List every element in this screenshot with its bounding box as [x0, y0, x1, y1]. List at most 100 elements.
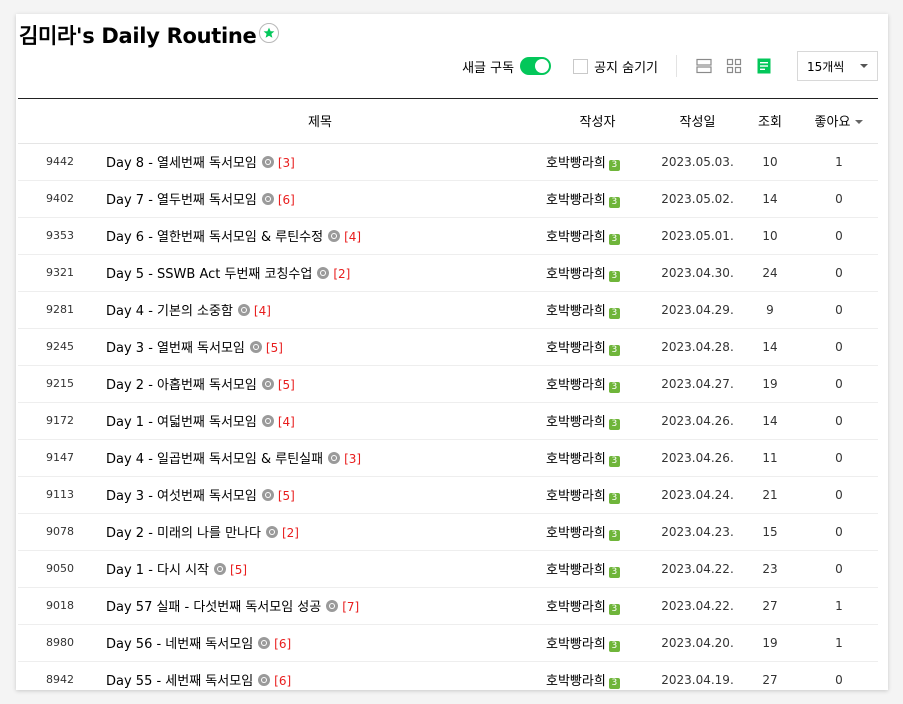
comment-count[interactable]: [2] [282, 526, 299, 540]
author-cell: 호박빵라희 3 [540, 328, 655, 366]
author-name[interactable]: 호박빵라희 [546, 563, 606, 578]
toggle-knob [535, 59, 550, 73]
post-title-link[interactable]: Day 3 - 여섯번째 독서모임 [106, 489, 257, 504]
comment-count[interactable]: [3] [344, 452, 361, 466]
post-title-link[interactable]: Day 8 - 열세번째 독서모임 [106, 156, 257, 171]
post-title-link[interactable]: Day 3 - 열번째 독서모임 [106, 341, 245, 356]
like-count: 0 [800, 550, 878, 588]
post-title-cell: Day 55 - 세번째 독서모임 [6] [100, 661, 540, 690]
table-row: 9281 Day 4 - 기본의 소중함 [4] 호박빵라희 3 2023.04.29. 9… [18, 291, 878, 329]
author-cell: 호박빵라희 3 [540, 143, 655, 181]
view-count: 10 [740, 217, 800, 255]
post-date: 2023.04.27. [655, 365, 740, 403]
camera-icon [237, 304, 250, 316]
post-date: 2023.05.02. [655, 180, 740, 218]
like-count: 0 [800, 513, 878, 551]
post-title-link[interactable]: Day 2 - 아홉번째 독서모임 [106, 378, 257, 393]
card-view-icon[interactable] [695, 57, 713, 75]
comment-count[interactable]: [5] [278, 489, 295, 503]
divider [676, 55, 677, 77]
author-name[interactable]: 호박빵라희 [546, 230, 606, 245]
author-name[interactable]: 호박빵라희 [546, 637, 606, 652]
author-cell: 호박빵라희 3 [540, 402, 655, 440]
author-name[interactable]: 호박빵라희 [546, 600, 606, 615]
comment-count[interactable]: [3] [278, 156, 295, 170]
comment-count[interactable]: [7] [342, 600, 359, 614]
author-cell: 호박빵라희 3 [540, 550, 655, 588]
author-cell: 호박빵라희 3 [540, 365, 655, 403]
comment-count[interactable]: [5] [266, 341, 283, 355]
author-cell: 호박빵라희 3 [540, 624, 655, 662]
post-date: 2023.04.22. [655, 550, 740, 588]
comment-count[interactable]: [6] [274, 674, 291, 688]
col-date: 작성일 [655, 99, 740, 144]
comment-count[interactable]: [6] [278, 193, 295, 207]
post-title-link[interactable]: Day 1 - 여덟번째 독서모임 [106, 415, 257, 430]
post-title-cell: Day 4 - 일곱번째 독서모임 & 루틴실패 [3] [100, 439, 540, 477]
author-name[interactable]: 호박빵라희 [546, 304, 606, 319]
comment-count[interactable]: [4] [254, 304, 271, 318]
table-row: 9245 Day 3 - 열번째 독서모임 [5] 호박빵라희 3 2023.04.28.… [18, 328, 878, 366]
post-number: 9281 [18, 291, 100, 329]
camera-icon [326, 600, 339, 612]
post-title-link[interactable]: Day 57 실패 - 다섯번째 독서모임 성공 [106, 600, 321, 615]
table-row: 9050 Day 1 - 다시 시작 [5] 호박빵라희 3 2023.04.22. 23 0 [18, 550, 878, 588]
cafe-title[interactable]: 김미라's Daily Routine [19, 20, 257, 50]
author-cell: 호박빵라희 3 [540, 439, 655, 477]
camera-icon [328, 452, 341, 464]
post-date: 2023.04.26. [655, 402, 740, 440]
post-title-link[interactable]: Day 56 - 네번째 독서모임 [106, 637, 253, 652]
comment-count[interactable]: [5] [230, 563, 247, 577]
page-size-select[interactable]: 15개씩 [797, 51, 878, 81]
author-name[interactable]: 호박빵라희 [546, 267, 606, 282]
view-count: 14 [740, 328, 800, 366]
post-title-link[interactable]: Day 4 - 기본의 소중함 [106, 304, 233, 319]
author-name[interactable]: 호박빵라희 [546, 452, 606, 467]
subscribe-toggle[interactable] [520, 57, 552, 75]
post-number: 9147 [18, 439, 100, 477]
view-count: 21 [740, 476, 800, 514]
author-name[interactable]: 호박빵라희 [546, 526, 606, 541]
hide-notice-label[interactable]: 공지 숨기기 [594, 57, 658, 76]
author-name[interactable]: 호박빵라희 [546, 193, 606, 208]
author-name[interactable]: 호박빵라희 [546, 156, 606, 171]
view-count: 10 [740, 143, 800, 181]
comment-count[interactable]: [2] [333, 267, 350, 281]
author-name[interactable]: 호박빵라희 [546, 415, 606, 430]
post-title-link[interactable]: Day 4 - 일곱번째 독서모임 & 루틴실패 [106, 452, 323, 467]
author-name[interactable]: 호박빵라희 [546, 674, 606, 689]
list-view-icon[interactable] [755, 57, 773, 75]
star-icon[interactable] [259, 23, 280, 43]
author-name[interactable]: 호박빵라희 [546, 341, 606, 356]
comment-count[interactable]: [5] [278, 378, 295, 392]
comment-count[interactable]: [4] [278, 415, 295, 429]
member-level-icon: 3 [608, 419, 620, 430]
col-likes-label: 좋아요 [814, 115, 851, 131]
album-view-icon[interactable] [725, 57, 743, 75]
post-title-link[interactable]: Day 1 - 다시 시작 [106, 563, 209, 578]
post-title-link[interactable]: Day 6 - 열한번째 독서모임 & 루틴수정 [106, 230, 323, 245]
table-row: 9442 Day 8 - 열세번째 독서모임 [3] 호박빵라희 3 2023.05.03… [18, 143, 878, 181]
camera-icon [265, 526, 278, 538]
like-count: 0 [800, 439, 878, 477]
view-count: 24 [740, 254, 800, 292]
col-likes[interactable]: 좋아요 [800, 99, 878, 144]
post-title-link[interactable]: Day 55 - 세번째 독서모임 [106, 674, 253, 689]
comment-count[interactable]: [6] [274, 637, 291, 651]
author-name[interactable]: 호박빵라희 [546, 378, 606, 393]
view-count: 15 [740, 513, 800, 551]
post-title-link[interactable]: Day 7 - 열두번째 독서모임 [106, 193, 257, 208]
author-name[interactable]: 호박빵라희 [546, 489, 606, 504]
post-date: 2023.04.20. [655, 624, 740, 662]
like-count: 0 [800, 291, 878, 329]
post-date: 2023.04.26. [655, 439, 740, 477]
hide-notice-checkbox[interactable] [573, 58, 589, 74]
comment-count[interactable]: [4] [344, 230, 361, 244]
post-date: 2023.04.24. [655, 476, 740, 514]
post-number: 9321 [18, 254, 100, 292]
post-title-link[interactable]: Day 2 - 미래의 나를 만나다 [106, 526, 261, 541]
post-title-link[interactable]: Day 5 - SSWB Act 두번째 코칭수업 [106, 267, 312, 282]
table-row: 9113 Day 3 - 여섯번째 독서모임 [5] 호박빵라희 3 2023.04.24… [18, 476, 878, 514]
like-count: 0 [800, 254, 878, 292]
camera-icon [261, 193, 274, 205]
